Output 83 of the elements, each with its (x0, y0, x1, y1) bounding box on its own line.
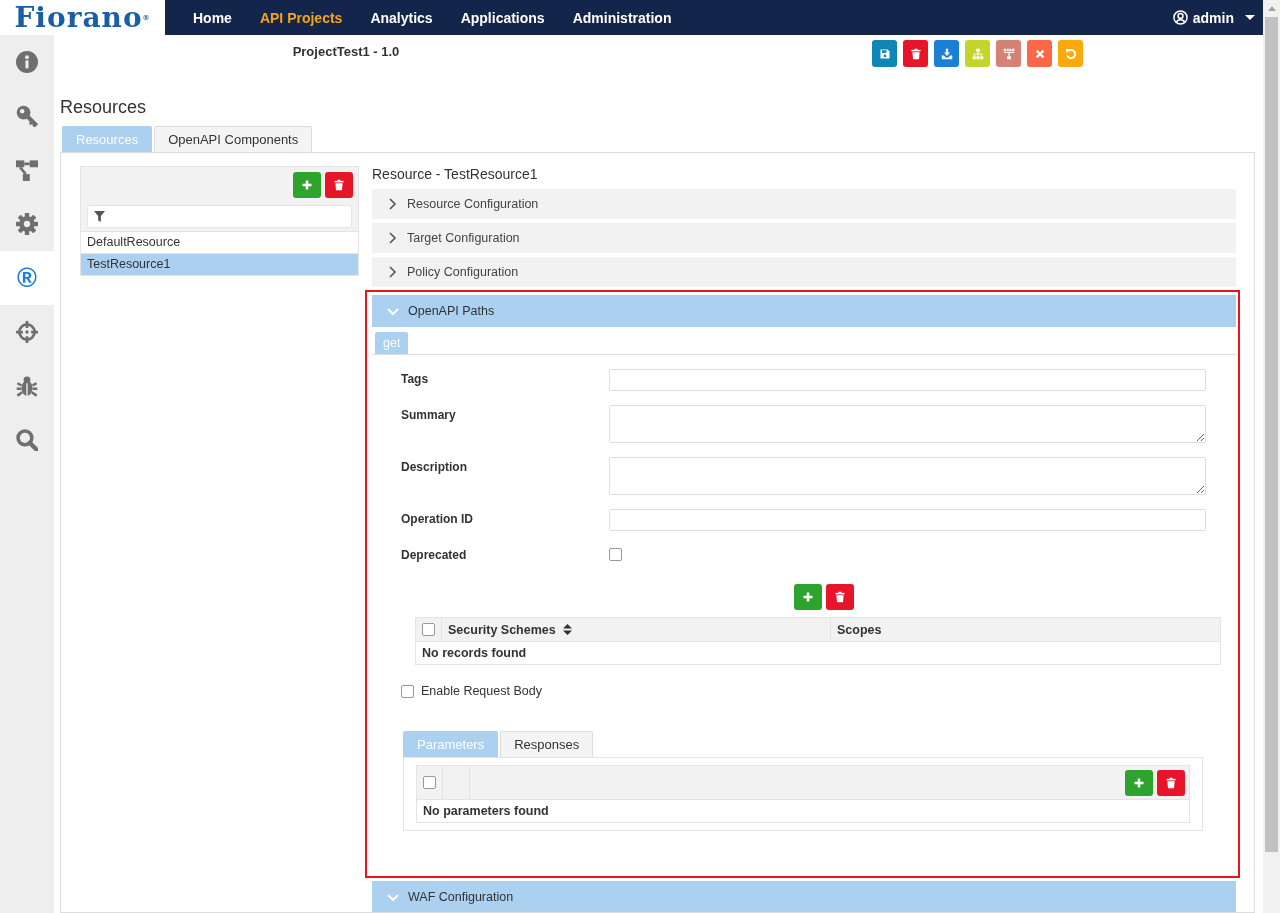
plus-icon (802, 591, 814, 603)
add-button[interactable] (293, 171, 321, 198)
accordion-header[interactable]: Resource Configuration (372, 189, 1236, 219)
field-label: Deprecated (401, 547, 468, 562)
nav-link[interactable]: Administration (558, 0, 686, 35)
delete-button[interactable] (1157, 769, 1185, 796)
chevron-down-icon (387, 305, 399, 317)
scrollbar[interactable] (1263, 0, 1280, 913)
column-header[interactable]: Scopes (831, 618, 1220, 641)
filter-field[interactable] (87, 205, 352, 228)
accordion-header[interactable]: WAF Configuration (372, 881, 1236, 912)
accordion-title: Resource Configuration (407, 197, 539, 211)
user-icon (1172, 10, 1188, 25)
detail-title: Resource - TestResource1 (372, 166, 539, 183)
gear-icon (16, 213, 38, 235)
nav-link[interactable]: Applications (446, 0, 559, 35)
bug-icon (16, 375, 38, 397)
nav-link[interactable]: API Projects (245, 0, 357, 35)
project-title: ProjectTest1 - 1.0 (291, 43, 401, 60)
delete-button[interactable] (325, 171, 353, 198)
flowchart-icon (16, 159, 38, 181)
close-button[interactable] (1027, 40, 1052, 67)
add-button[interactable] (1125, 769, 1153, 796)
sitemap-button[interactable] (965, 40, 990, 67)
key-icon (16, 105, 38, 127)
accordion-title: WAF Configuration (408, 890, 514, 904)
plus-icon (1133, 776, 1145, 789)
field-label: Operation ID (401, 511, 474, 526)
checkbox[interactable] (401, 684, 414, 698)
nav-link[interactable]: Home (179, 0, 246, 35)
empty-message: No records found (416, 641, 1220, 664)
close-icon (1033, 47, 1046, 60)
accordion-header[interactable]: Target Configuration (372, 223, 1236, 253)
select-all-checkbox[interactable] (422, 623, 435, 636)
user-menu[interactable]: admin (1168, 0, 1263, 35)
chevron-right-icon (387, 198, 398, 210)
empty-message: No parameters found (417, 799, 1189, 822)
input-field[interactable] (609, 509, 1206, 531)
search-icon (16, 429, 38, 451)
save-button[interactable] (872, 40, 897, 67)
checkbox[interactable] (609, 548, 622, 561)
undo-button[interactable] (1058, 40, 1083, 67)
plus-icon (301, 178, 313, 191)
list-item[interactable]: TestResource1 (81, 253, 358, 275)
undo-icon (1064, 47, 1077, 60)
hierarchy-icon (1002, 47, 1015, 60)
trash-icon (1165, 776, 1177, 789)
accordion-title: Target Configuration (407, 231, 520, 245)
trash-icon (909, 47, 922, 60)
chevron-down-icon (387, 891, 399, 903)
info-icon (16, 51, 38, 73)
input-field[interactable] (609, 369, 1206, 391)
tree-button[interactable] (996, 40, 1021, 67)
accordion-title: OpenAPI Paths (408, 304, 495, 318)
select-all-checkbox[interactable] (423, 776, 436, 789)
tab[interactable]: Responses (500, 731, 594, 757)
accordion-header[interactable]: Policy Configuration (372, 257, 1236, 287)
sitemap-icon (971, 47, 984, 60)
tab[interactable]: OpenAPI Components (154, 126, 313, 152)
page-title: Resources (60, 97, 148, 119)
nav-link[interactable]: Analytics (356, 0, 447, 35)
download-icon (940, 47, 953, 60)
column-header[interactable]: Security Schemes (442, 618, 831, 641)
chevron-right-icon (387, 266, 398, 278)
trash-button[interactable] (903, 40, 928, 67)
field-label: Description (401, 459, 468, 474)
field-label: Tags (401, 371, 430, 386)
caret-icon (1245, 15, 1255, 20)
download-button[interactable] (934, 40, 959, 67)
accordion-title: Policy Configuration (407, 265, 519, 279)
filter-icon (94, 211, 105, 222)
checkbox-label: Enable Request Body (421, 684, 542, 698)
delete-button[interactable] (826, 584, 854, 610)
accordion-header[interactable]: OpenAPI Paths (372, 295, 1236, 327)
trash-icon (834, 591, 846, 603)
logo: Fiorano$^{®}$ (0, 0, 165, 35)
chevron-right-icon (387, 232, 398, 244)
trash-icon (333, 178, 345, 191)
field-label: Summary (401, 407, 457, 422)
sort-icon (562, 624, 572, 635)
add-button[interactable] (794, 584, 822, 610)
sidebar-item[interactable]: ® (0, 251, 54, 305)
crosshair-icon (16, 321, 38, 343)
